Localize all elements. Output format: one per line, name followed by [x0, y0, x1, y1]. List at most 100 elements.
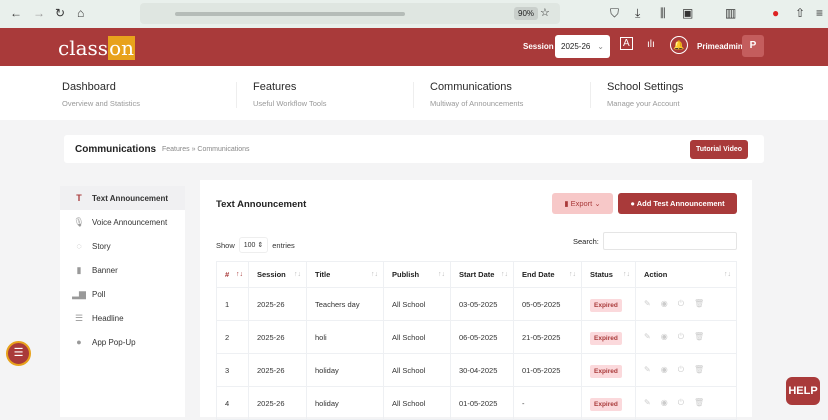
view-icon[interactable]: ◉ — [661, 365, 668, 374]
star-icon[interactable]: ☆ — [540, 6, 550, 19]
toggle-icon[interactable]: ⏻ — [678, 299, 684, 308]
sort-icon[interactable]: ↑↓ — [501, 271, 508, 278]
sidebar-item-text-announcement[interactable]: T Text Announcement — [60, 186, 185, 210]
view-icon[interactable]: ◉ — [661, 299, 668, 308]
sort-icon[interactable]: ↑↓ — [438, 271, 445, 278]
nav-communications[interactable]: Communications Multiway of Announcements — [430, 81, 523, 108]
table-row: 3 2025-26 holiday All School 30-04-2025 01-05… — [216, 353, 737, 387]
add-announcement-button[interactable]: ● Add Test Announcement — [618, 193, 737, 214]
sort-icon[interactable]: ↑↓ — [569, 271, 576, 278]
toggle-icon[interactable]: ⏻ — [678, 365, 684, 374]
column-header[interactable]: Publish ↑↓ — [383, 261, 451, 288]
address-bar[interactable]: 90% ☆ — [140, 3, 560, 24]
cell: 2 — [225, 332, 230, 342]
cell: 2025-26 — [257, 299, 285, 309]
menu-fab-icon[interactable]: ☰ — [6, 341, 31, 366]
edit-icon[interactable]: ✎ — [644, 365, 651, 374]
nav-school-settings[interactable]: School Settings Manage your Account — [607, 81, 683, 108]
sidebar-item-banner[interactable]: ▮ Banner — [60, 258, 185, 282]
avatar[interactable]: P — [742, 35, 764, 57]
panel-title: Text Announcement — [216, 199, 307, 210]
sidebar-item-story[interactable]: ◌ Story — [60, 234, 185, 258]
view-icon[interactable]: ◉ — [661, 332, 668, 341]
pocket-icon[interactable]: ⛉ — [610, 6, 619, 21]
delete-icon[interactable]: 🗑 — [694, 299, 704, 308]
cell: All School — [392, 365, 426, 375]
sidebar-icon[interactable]: ▣ — [682, 6, 693, 20]
sidebar-item-poll[interactable]: ▂▆ Poll — [60, 282, 185, 306]
extensions-icon[interactable]: ⇧ — [795, 6, 805, 20]
nav-features[interactable]: Features Useful Workflow Tools — [253, 81, 327, 108]
logo[interactable]: classon — [58, 36, 135, 60]
column-header[interactable]: Session ↑↓ — [248, 261, 307, 288]
delete-icon[interactable]: 🗑 — [694, 332, 704, 341]
search-input[interactable] — [603, 232, 737, 250]
sort-icon[interactable]: ↑↓ — [236, 271, 243, 278]
sidebar-item-app-popup[interactable]: ● App Pop-Up — [60, 330, 185, 354]
edit-icon[interactable]: ✎ — [644, 332, 651, 341]
bell-icon[interactable]: 🔔 — [670, 36, 688, 54]
session-select[interactable]: 2025-26 ⌄ — [555, 35, 610, 58]
cell: holi — [315, 332, 327, 342]
edit-icon[interactable]: ✎ — [644, 398, 651, 407]
sidebar-item-voice-announcement[interactable]: 🎙 Voice Announcement — [60, 210, 185, 234]
sort-icon[interactable]: ↑↓ — [294, 271, 301, 278]
forward-icon[interactable]: → — [33, 6, 45, 20]
username[interactable]: Primeadmin — [697, 42, 743, 51]
main-nav: Dashboard Overview and Statistics Feature… — [0, 66, 828, 120]
announcement-panel: Text Announcement ▮ Export ⌄ ● Add Test … — [200, 180, 752, 420]
cell: 30-04-2025 — [459, 365, 498, 375]
sidebar-item-headline[interactable]: ☰ Headline — [60, 306, 185, 330]
headline-icon: ☰ — [74, 312, 84, 323]
status-badge: Expired — [590, 331, 622, 345]
toggle-icon[interactable]: ⏻ — [678, 398, 684, 407]
table-row: 1 2025-26 Teachers day All School 03-05-2025… — [216, 287, 737, 321]
sort-icon[interactable]: ↑↓ — [724, 271, 731, 278]
zoom-level[interactable]: 90% — [514, 7, 539, 20]
poll-icon: ▂▆ — [72, 288, 86, 299]
column-header[interactable]: Start Date ↑↓ — [450, 261, 514, 288]
status-badge: Expired — [590, 397, 622, 411]
delete-icon[interactable]: 🗑 — [694, 398, 704, 407]
home-icon[interactable]: ⌂ — [77, 6, 84, 20]
cell: All School — [392, 332, 426, 342]
help-button[interactable]: HELP — [786, 377, 820, 405]
sort-icon[interactable]: ↑↓ — [623, 271, 630, 278]
cell: 1 — [225, 299, 230, 309]
reload-icon[interactable]: ↻ — [55, 6, 65, 20]
app-header: classon Session 2025-26 ⌄ A ılı 🔔 Primead… — [0, 28, 828, 66]
column-header[interactable]: End Date ↑↓ — [513, 261, 582, 288]
sort-icon[interactable]: ↑↓ — [371, 271, 378, 278]
download-icon[interactable]: ⤓ — [635, 6, 640, 21]
dictionary-icon[interactable]: A — [620, 37, 633, 50]
column-header[interactable]: Status ↑↓ — [581, 261, 636, 288]
delete-icon[interactable]: 🗑 — [694, 365, 704, 374]
tutorial-video-button[interactable]: Tutorial Video — [690, 140, 748, 159]
browser-toolbar: ← → ↻ ⌂ 90% ☆ ⛉ ⤓ ⫼ ▣ ▥ ● ⇧ ≡ — [0, 0, 828, 28]
bookmark-icon: ▮ — [76, 264, 82, 275]
cell: All School — [392, 299, 426, 309]
entries-length: Show 100 ⇕ entries — [216, 237, 295, 253]
view-icon[interactable]: ◉ — [661, 398, 668, 407]
edit-icon[interactable]: ✎ — [644, 299, 651, 308]
cell: 05-05-2025 — [522, 299, 561, 309]
menu-icon[interactable]: ≡ — [816, 6, 823, 20]
cell: 21-05-2025 — [522, 332, 561, 342]
export-button[interactable]: ▮ Export ⌄ — [552, 193, 613, 214]
column-header[interactable]: Title ↑↓ — [306, 261, 384, 288]
pinterest-icon[interactable]: ● — [772, 6, 779, 20]
table-row: 4 2025-26 holiday All School 01-05-2025 - Expi… — [216, 386, 737, 420]
nav-dashboard[interactable]: Dashboard Overview and Statistics — [62, 81, 140, 108]
entries-select[interactable]: 100 ⇕ — [238, 237, 269, 253]
toggle-icon[interactable]: ⏻ — [678, 332, 684, 341]
status-badge: Expired — [590, 364, 622, 378]
extension-icon[interactable]: ▥ — [725, 6, 736, 20]
library-icon[interactable]: ⫼ — [660, 6, 666, 21]
breadcrumb[interactable]: Features » Communications — [162, 146, 250, 153]
column-header[interactable]: # ↑↓ — [216, 261, 249, 288]
back-icon[interactable]: ← — [10, 6, 22, 20]
cell: 06-05-2025 — [459, 332, 498, 342]
session-label: Session — [523, 42, 554, 51]
column-header[interactable]: Action ↑↓ — [635, 261, 737, 288]
chart-icon[interactable]: ılı — [647, 39, 655, 50]
